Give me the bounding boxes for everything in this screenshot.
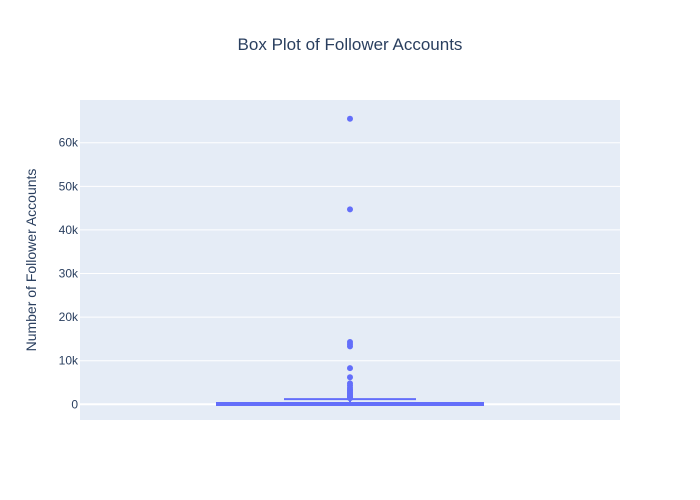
y-axis-ticks: 0 10k 20k 30k 40k 50k 60k	[59, 136, 79, 412]
y-axis-label: Number of Follower Accounts	[23, 169, 39, 352]
y-tick-label: 60k	[59, 136, 79, 150]
box-plot-chart: 0 10k 20k 30k 40k 50k 60k Box Plot of Follower…	[23, 35, 620, 420]
y-tick-label: 20k	[59, 310, 79, 324]
outlier-point	[347, 365, 353, 372]
outlier-point	[347, 380, 353, 387]
y-tick-label: 50k	[59, 179, 79, 193]
y-tick-label: 10k	[59, 354, 79, 368]
y-tick-label: 30k	[59, 267, 79, 281]
chart-title: Box Plot of Follower Accounts	[238, 35, 463, 54]
y-tick-label: 0	[71, 397, 78, 411]
y-tick-label: 40k	[59, 223, 79, 237]
plot-area	[80, 100, 620, 420]
outlier-point	[347, 374, 353, 381]
outlier-point	[347, 206, 353, 213]
outlier-point	[347, 115, 353, 122]
outlier-point	[347, 338, 353, 345]
